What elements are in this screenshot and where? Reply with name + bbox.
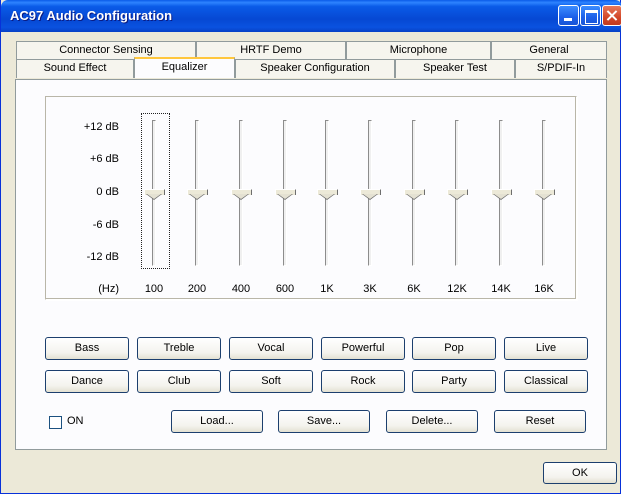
preset-bass-button[interactable]: Bass — [45, 337, 129, 360]
tab-sound-effect[interactable]: Sound Effect — [16, 59, 134, 78]
preset-classical-button[interactable]: Classical — [504, 370, 588, 393]
close-button[interactable] — [602, 5, 621, 26]
preset-club-button[interactable]: Club — [137, 370, 221, 393]
preset-vocal-button[interactable]: Vocal — [229, 337, 313, 360]
eq-slider-thumb[interactable] — [491, 189, 512, 200]
ok-button[interactable]: OK — [543, 462, 617, 484]
eq-slider-thumb[interactable] — [404, 189, 425, 200]
tab-speaker-test[interactable]: Speaker Test — [395, 59, 515, 78]
tab-equalizer[interactable]: Equalizer — [134, 57, 235, 78]
preset-party-button[interactable]: Party — [412, 370, 496, 393]
eq-band-label: 16K — [534, 283, 554, 295]
eq-slider-thumb[interactable] — [275, 189, 296, 200]
preset-dance-button[interactable]: Dance — [45, 370, 129, 393]
eq-slider-thumb[interactable] — [360, 189, 381, 200]
preset-rock-button[interactable]: Rock — [321, 370, 405, 393]
delete-button[interactable]: Delete... — [386, 410, 478, 433]
eq-slider-thumb[interactable] — [231, 189, 252, 200]
load-button[interactable]: Load... — [171, 410, 263, 433]
eq-band-label: 6K — [407, 283, 421, 295]
eq-band-label: 200 — [187, 283, 207, 295]
dialog-window: AC97 Audio Configuration Connector Sensi… — [0, 0, 621, 494]
maximize-button[interactable] — [580, 5, 601, 26]
tab-microphone[interactable]: Microphone — [346, 41, 491, 60]
eq-band-label: 100 — [144, 283, 164, 295]
title-bar: AC97 Audio Configuration — [1, 0, 621, 32]
hz-unit-label: (Hz) — [98, 283, 119, 295]
tab-general[interactable]: General — [491, 41, 607, 60]
tab-speaker-configuration[interactable]: Speaker Configuration — [235, 59, 395, 78]
eq-band-label: 12K — [447, 283, 467, 295]
eq-band-label: 600 — [275, 283, 295, 295]
eq-slider-thumb[interactable] — [534, 189, 555, 200]
preset-powerful-button[interactable]: Powerful — [321, 337, 405, 360]
on-checkbox[interactable] — [49, 416, 62, 429]
preset-soft-button[interactable]: Soft — [229, 370, 313, 393]
eq-band-label: 3K — [363, 283, 377, 295]
reset-button[interactable]: Reset — [494, 410, 586, 433]
eq-band-label: 14K — [491, 283, 511, 295]
window-title: AC97 Audio Configuration — [10, 8, 173, 23]
eq-band-label: 400 — [231, 283, 251, 295]
preset-live-button[interactable]: Live — [504, 337, 588, 360]
eq-slider-thumb[interactable] — [144, 189, 165, 200]
db-label-plus12: +12 dB — [83, 121, 119, 133]
db-label-minus12: -12 dB — [86, 251, 119, 263]
eq-band-label: 1K — [320, 283, 334, 295]
db-label-0: 0 dB — [96, 186, 119, 198]
tab-spdif-in[interactable]: S/PDIF-In — [515, 59, 607, 78]
eq-slider-thumb[interactable] — [447, 189, 468, 200]
db-label-minus6: -6 dB — [92, 219, 119, 231]
minimize-button[interactable] — [558, 5, 579, 26]
preset-pop-button[interactable]: Pop — [412, 337, 496, 360]
eq-slider-thumb[interactable] — [317, 189, 338, 200]
eq-slider-thumb[interactable] — [187, 189, 208, 200]
preset-treble-button[interactable]: Treble — [137, 337, 221, 360]
db-label-plus6: +6 dB — [89, 153, 119, 165]
save-button[interactable]: Save... — [278, 410, 370, 433]
on-checkbox-label: ON — [67, 415, 84, 427]
